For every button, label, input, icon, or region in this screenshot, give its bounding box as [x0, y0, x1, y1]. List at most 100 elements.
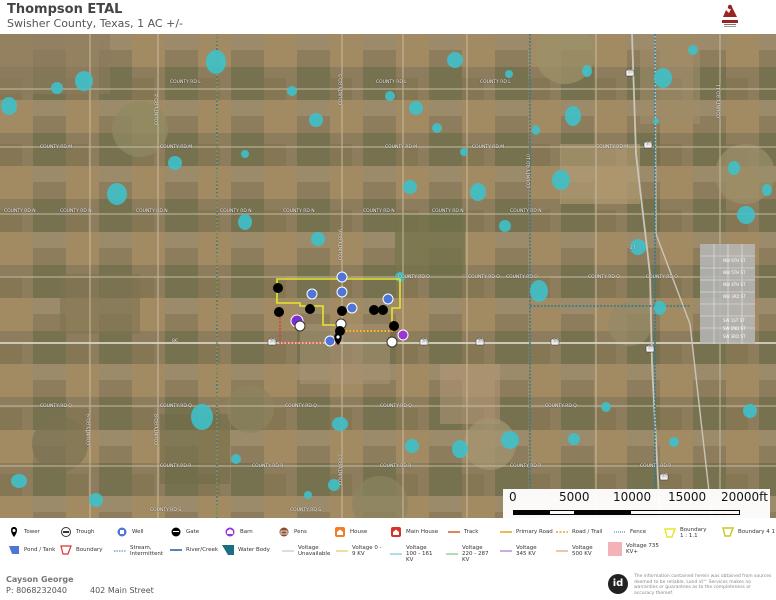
road-label: COUNTY RD O [398, 275, 430, 280]
scale-bar: 0 5000 10000 15000 20000ft [503, 489, 770, 518]
legend-label: Stream, Intermittent [130, 545, 164, 557]
voltage-line [556, 550, 568, 552]
scale-label: 5000 [559, 490, 590, 504]
voltage-line [390, 553, 402, 555]
scale-label: 15000 [668, 490, 707, 504]
legend-item: Pond / Tank [8, 545, 55, 555]
scale-segment [575, 510, 630, 515]
legend-label: Boundary 1 : 1.1 [680, 527, 707, 539]
road-label: COUNTY RD 4 [155, 94, 160, 126]
legend-item: Primary Road [500, 527, 553, 537]
legend-label: Well [132, 529, 144, 535]
legend-item: Well [116, 527, 144, 537]
legend-item: Barn [224, 527, 253, 537]
legend-item: Boundary 1 : 1.1 [664, 527, 707, 539]
map-legend: Tower Trough Well Gate Barn Pens House M… [0, 523, 776, 563]
legend-label: Pens [294, 529, 307, 535]
boundary-icon [60, 545, 72, 555]
primary-road-line [500, 531, 512, 533]
land-id-logo: id [608, 574, 628, 594]
road-label: COUNTY RD 9 [87, 414, 92, 446]
legend-item: Pens [278, 527, 307, 537]
road-label: COUNTY RD Q [380, 404, 412, 409]
legend-item: Voltage 345 KV [500, 545, 546, 557]
legend-label: Voltage Unavailable [298, 545, 331, 557]
legend-label: Boundary [76, 547, 103, 553]
legend-label: Voltage 0 - 9 KV [352, 545, 382, 557]
highway-label: 27 [630, 246, 636, 251]
town-street-label: NW 3RD ST [723, 294, 746, 299]
town-street-label: NW 5TH ST [723, 270, 746, 275]
road-label: COUNTY RD L [480, 80, 511, 85]
highway-label: 87 [646, 142, 652, 147]
legend-label: Road / Trail [572, 529, 603, 535]
agent-name: Cayson George [6, 575, 74, 584]
road-trail-line [556, 531, 568, 533]
road-label: COUNTY RD 10 [527, 154, 532, 189]
legend-item: Road / Trail [556, 527, 602, 537]
road-label: COUNTY RD 5 [339, 74, 344, 106]
road-label: COUNTY RD R [510, 464, 542, 469]
legend-label: House [350, 529, 368, 535]
highway-label: 86 [270, 339, 276, 344]
legend-label: Boundary 4 1 [738, 529, 775, 535]
pens-icon [279, 527, 289, 537]
agent-phone: P: 8068232040 [6, 586, 67, 595]
barn-icon [225, 527, 235, 537]
track-line [448, 531, 460, 533]
scale-segment [549, 510, 575, 515]
legend-item: Gate [170, 527, 199, 537]
water-body-icon [222, 545, 234, 555]
footer: Cayson George P: 8068232040 402 Main Str… [0, 568, 776, 600]
road-label: COUNTY RD 8 [155, 414, 160, 446]
legend-item: Voltage 500 KV [556, 545, 602, 557]
legend-item: Water Body [222, 545, 270, 555]
highway-label: 86 [422, 339, 428, 344]
scale-segment [630, 510, 740, 515]
legend-item: House [334, 527, 367, 537]
pond-icon [9, 546, 19, 554]
house-icon [335, 527, 345, 537]
trough-icon [61, 527, 71, 537]
highway-label: 27 [628, 70, 634, 75]
legend-item: Fence [614, 527, 646, 537]
aerial-map[interactable]: COUNTY RD L COUNTY RD L COUNTY RD L COUN… [0, 34, 776, 518]
page-title: Thompson ETAL [7, 2, 123, 17]
town-street-label: SW 2ND ST [723, 326, 746, 331]
voltage-line [282, 550, 294, 552]
road-label: COUNTY RD N [60, 209, 92, 214]
highway-label: 86 [553, 339, 559, 344]
road-label: COUNTY RD N [432, 209, 464, 214]
road-label: COUNTY RD M [472, 145, 505, 150]
legend-item: Boundary [60, 545, 103, 555]
road-label: COUNTY RD N [283, 209, 315, 214]
legend-label: Trough [76, 529, 95, 535]
road-label: COUNTY RD N [220, 209, 252, 214]
scale-label: 20000ft [721, 490, 768, 504]
road-label: COUNTY RD O [506, 275, 538, 280]
legend-label: Tower [24, 529, 40, 535]
road-label: COUNTY RD N [363, 209, 395, 214]
voltage-swatch [608, 542, 622, 556]
road-label: COUNTY RD R [160, 464, 192, 469]
legend-label: Track [464, 529, 479, 535]
town-street-label: SW 1ST ST [723, 318, 745, 323]
highway-label: 27 [648, 346, 654, 351]
legend-label: Gate [186, 529, 200, 535]
voltage-line [500, 550, 512, 552]
scale-label: 0 [509, 490, 517, 504]
road-label: COUNTY RD Q [545, 404, 577, 409]
legend-item: Tower [8, 527, 40, 537]
well-icon [117, 527, 127, 537]
boundary-1-icon [664, 528, 676, 538]
legend-label: Pond / Tank [24, 547, 56, 553]
disclaimer: The information contained herein was obt… [634, 574, 772, 596]
road-label: COUNTY RD L [170, 80, 201, 85]
town-street-label: NW 4TH ST [723, 282, 746, 287]
legend-label: Voltage 500 KV [572, 545, 593, 557]
legend-label: Primary Road [516, 529, 553, 535]
road-label: COUNTY RD 11 [717, 84, 722, 119]
road-label: COUNTY RD L [376, 80, 407, 85]
scale-label: 10000 [613, 490, 652, 504]
header: Thompson ETAL Swisher County, Texas, 1 A… [0, 0, 776, 34]
